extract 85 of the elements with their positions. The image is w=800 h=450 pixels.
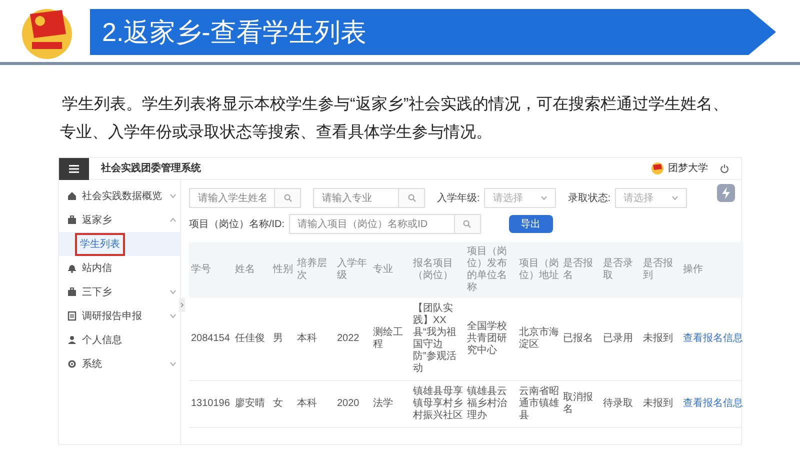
floating-tool-button[interactable] — [717, 184, 735, 202]
view-signup-link[interactable]: 查看报名信息 — [681, 298, 743, 380]
chevron-icon — [170, 290, 176, 294]
filter-label: 入学年级: — [437, 192, 480, 206]
bell-icon — [67, 263, 77, 273]
search-icon — [408, 194, 416, 202]
chevron-icon — [540, 196, 547, 200]
table-cell: 2020 — [335, 380, 371, 428]
view-signup-link[interactable]: 查看报名信息 — [681, 380, 743, 428]
table-cell: 云南省昭通市镇雄县 — [517, 380, 561, 428]
person-icon — [67, 335, 77, 345]
sidebar-item[interactable]: 站内信 — [59, 256, 180, 280]
power-icon[interactable] — [720, 164, 729, 173]
search-button[interactable] — [454, 214, 481, 234]
filter-label: 项目（岗位）名称/ID: — [189, 218, 285, 232]
column-header: 专业 — [371, 242, 411, 298]
column-header: 项目（岗位）地址 — [517, 242, 561, 298]
chevron-icon — [672, 196, 678, 200]
table-cell: 男 — [271, 298, 295, 380]
home-icon — [67, 191, 77, 201]
column-header: 学号 — [189, 242, 233, 298]
search-icon — [284, 194, 292, 202]
sidebar-subitem[interactable]: 学生列表 — [75, 232, 125, 256]
chevron-icon — [170, 194, 176, 198]
table-cell: 2022 — [335, 298, 371, 380]
column-header: 项目（岗位）发布的单位名称 — [465, 242, 517, 298]
column-header: 是否录取 — [601, 242, 641, 298]
search-field[interactable]: 请输入项目（岗位）名称或ID — [288, 214, 455, 234]
briefcase-icon — [67, 287, 77, 297]
table-cell: 已报名 — [561, 298, 601, 380]
table-cell: 已录用 — [601, 298, 641, 380]
menu-icon — [69, 164, 79, 172]
search-field[interactable]: 请输入专业 — [313, 188, 399, 208]
table-cell: 本科 — [295, 380, 335, 428]
search-icon — [463, 220, 472, 228]
column-header: 是否报到 — [641, 242, 681, 298]
title-banner: 2.返家乡-查看学生列表 — [90, 9, 776, 55]
table-cell: 镇雄县云福乡村治理办 — [465, 380, 517, 428]
app-title: 社会实践团委管理系统 — [101, 161, 201, 176]
table-cell: 北京市海淀区 — [517, 298, 561, 380]
table-cell: 廖安晴 — [233, 380, 271, 428]
briefcase-icon — [67, 215, 77, 225]
menu-button[interactable] — [59, 158, 89, 180]
lightning-icon — [721, 187, 731, 199]
sidebar-item[interactable]: 社会实践数据概览 — [59, 184, 180, 208]
column-header: 培养层次 — [295, 242, 335, 298]
search-field[interactable]: 请输入学生姓名 — [189, 188, 275, 208]
table-cell: 女 — [271, 380, 295, 428]
table-cell: 未报到 — [641, 298, 681, 380]
sidebar-item[interactable]: 调研报告申报 — [59, 304, 180, 328]
column-header: 报名项目（岗位） — [411, 242, 465, 298]
column-header: 是否报名 — [561, 242, 601, 298]
table-cell: 测绘工程 — [371, 298, 411, 380]
table-cell: 1310196 — [189, 380, 233, 428]
sidebar-item[interactable]: 个人信息 — [59, 328, 180, 352]
column-header: 入学年级 — [335, 242, 371, 298]
emblem-icon — [651, 162, 664, 175]
chevron-icon — [170, 314, 176, 318]
table-cell: 法学 — [371, 380, 411, 428]
export-button[interactable]: 导出 — [508, 215, 553, 233]
gear-icon — [67, 359, 77, 369]
column-header: 姓名 — [233, 242, 271, 298]
sidebar-item[interactable]: 三下乡 — [59, 280, 180, 304]
table-cell: 待录取 — [601, 380, 641, 428]
chevron-icon — [170, 362, 176, 366]
table-cell: 未报到 — [641, 380, 681, 428]
table-cell: 【团队实践】XX县“我为祖国守边防”参观活动 — [411, 298, 465, 380]
description-paragraph: 学生列表。学生列表将显示本校学生参与“返家乡”社会实践的情况，可在搜索栏通过学生姓名、专业、入学年份或录取状态等搜索、查看具体学生参与情况。 — [59, 94, 730, 143]
collapse-tab-icon[interactable] — [179, 298, 185, 312]
sidebar-item[interactable]: 系统 — [59, 352, 180, 376]
table-cell: 全国学校共青团研究中心 — [465, 298, 517, 380]
sidebar-item[interactable]: 返家乡 — [59, 208, 180, 232]
document-icon — [67, 311, 77, 321]
table-cell: 任佳俊 — [233, 298, 271, 380]
table-cell: 取消报名 — [561, 380, 601, 428]
table-cell: 镇雄县母享镇母享村乡村振兴社区 — [411, 380, 465, 428]
user-name: 团梦大学 — [668, 162, 708, 176]
column-header: 操作 — [681, 242, 743, 298]
filter-label: 录取状态: — [568, 192, 611, 206]
table-cell: 2084154 — [189, 298, 233, 380]
search-button[interactable] — [275, 188, 301, 208]
column-header: 性别 — [271, 242, 295, 298]
chevron-icon — [170, 218, 176, 222]
search-button[interactable] — [399, 188, 425, 208]
table-cell: 本科 — [295, 298, 335, 380]
